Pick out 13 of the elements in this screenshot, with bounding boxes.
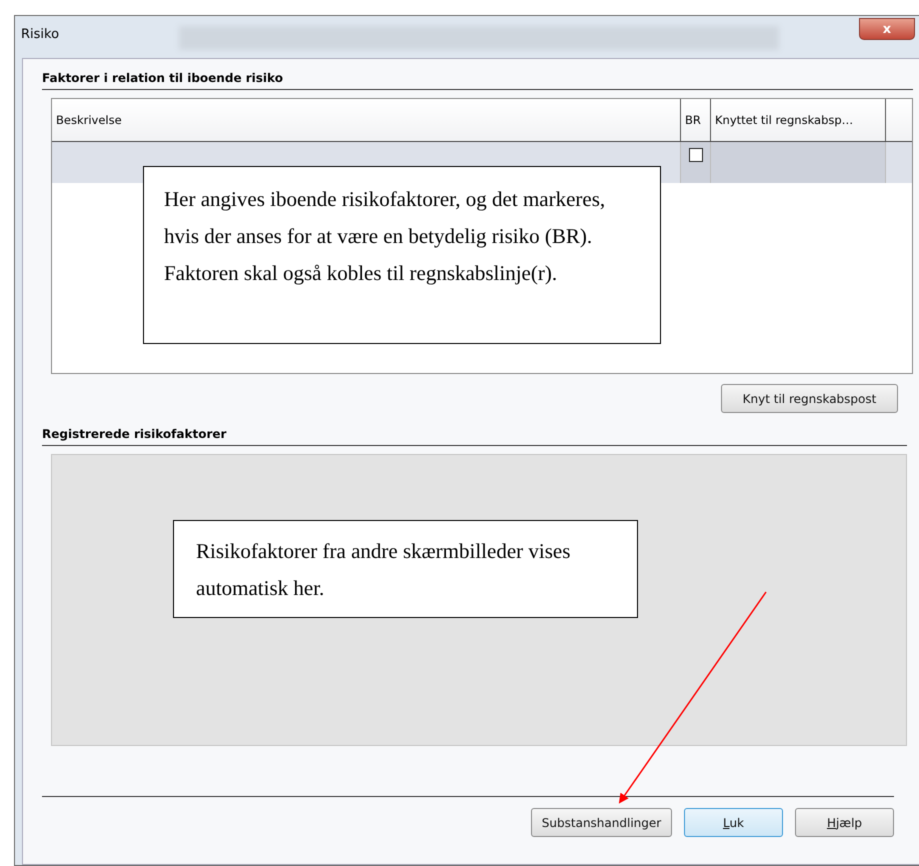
dialog-button[interactable]: Substanshandlinger [531, 808, 672, 837]
note-tooltip: Risikofaktorer fra andre skærmbilleder vises automatisk her. [173, 520, 638, 618]
column-header[interactable]: Knyttet til regnskabsp… [711, 99, 886, 141]
dialog-button[interactable]: Hjælp [795, 808, 894, 837]
note-tooltip: Her angives iboende risikofaktorer, og det markeres, hvis der anses for at være en betydelig risiko (BR). Faktoren skal også kobles til regnskabslinje(r). [143, 166, 661, 344]
column-header[interactable]: Beskrivelse [52, 99, 681, 141]
window-title: Risiko [21, 27, 60, 42]
dialog-button[interactable]: Luk [684, 808, 783, 837]
br-checkbox[interactable] [688, 148, 702, 162]
link-account-button[interactable]: Knyt til regnskabspost [721, 384, 898, 413]
column-header[interactable]: BR [681, 99, 711, 141]
section-title: Registrerede risikofaktorer [42, 427, 907, 446]
section-title: Faktorer i relation til iboende risiko [42, 71, 913, 90]
